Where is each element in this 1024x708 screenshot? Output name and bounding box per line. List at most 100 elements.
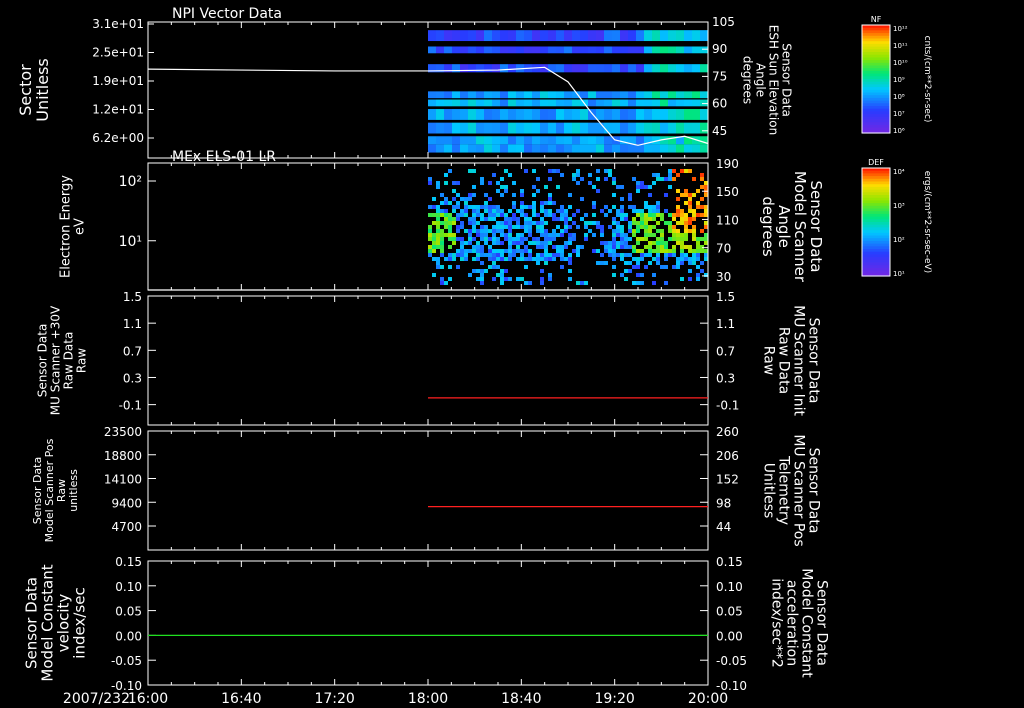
heatmap-cell (684, 221, 688, 225)
heatmap-cell (660, 177, 664, 181)
heatmap-cell (440, 201, 444, 205)
heatmap-cell (608, 249, 612, 253)
heatmap-cell (440, 221, 444, 225)
heatmap-cell (676, 237, 680, 241)
heatmap-cell (464, 229, 468, 233)
colorbar-tick-label: 10² (893, 236, 905, 244)
heatmap-cell (432, 249, 436, 253)
heatmap-cell (508, 221, 512, 225)
heatmap-cell (692, 46, 700, 54)
colorbar-units-line: ergs/(cm**2-sr-sec-eV) (922, 171, 932, 273)
heatmap-cell (440, 245, 444, 249)
heatmap-cell (468, 99, 476, 107)
heatmap-cell (508, 46, 516, 54)
heatmap-cell (684, 201, 688, 205)
heatmap-cell (484, 225, 488, 229)
heatmap-cell (672, 169, 676, 173)
heatmap-cell (648, 209, 652, 213)
heatmap-cell (672, 253, 676, 257)
heatmap-cell (464, 201, 468, 205)
colorbar-tick-label: 10⁷ (893, 110, 905, 118)
heatmap-cell (660, 144, 668, 153)
heatmap-cell (624, 245, 628, 249)
heatmap-cell (432, 221, 436, 225)
heatmap-cell (660, 229, 664, 233)
heatmap-cell (528, 229, 532, 233)
heatmap-cell (444, 99, 452, 107)
heatmap-cell (668, 213, 672, 217)
heatmap-cell (492, 253, 496, 257)
heatmap-cell (692, 217, 696, 221)
heatmap-cell (436, 233, 440, 237)
heatmap-cell (480, 237, 484, 241)
heatmap-cell (660, 99, 668, 107)
heatmap-cell (604, 136, 612, 145)
colorbar-tick-label: 10¹ (893, 270, 905, 278)
heatmap-cell (496, 221, 500, 225)
heatmap-cell (476, 245, 480, 249)
heatmap-cell (524, 249, 528, 253)
heatmap-cell (684, 237, 688, 241)
heatmap-cell (516, 46, 524, 54)
heatmap-cell (628, 109, 636, 120)
colorbar-units-line: cnts/(cm**2-sr-sec) (922, 36, 932, 123)
heatmap-cell (672, 237, 676, 241)
heatmap-cell (564, 136, 572, 145)
heatmap-cell (600, 253, 604, 257)
left-axis-label-line: MU Scanner +30V (49, 305, 63, 415)
heatmap-cell (612, 229, 616, 233)
heatmap-cell (652, 273, 656, 277)
heatmap-cell (636, 189, 640, 193)
left-axis-label-line: Unitless (33, 58, 52, 122)
heatmap-cell (532, 241, 536, 245)
heatmap-cell (568, 193, 572, 197)
heatmap-cell (572, 30, 580, 42)
heatmap-cell (444, 136, 452, 145)
heatmap-cell (612, 193, 616, 197)
heatmap-cell (516, 277, 520, 281)
heatmap-cell (624, 237, 628, 241)
heatmap-cell (492, 277, 496, 281)
heatmap-cell (576, 245, 580, 249)
heatmap-cell (648, 185, 652, 189)
heatmap-cell (500, 225, 504, 229)
heatmap-cell (444, 46, 452, 54)
heatmap-cell (528, 205, 532, 209)
heatmap-cell (512, 217, 516, 221)
heatmap-cell (576, 173, 580, 177)
heatmap-cell (436, 181, 440, 185)
heatmap-cell (484, 30, 492, 42)
heatmap-cell (644, 205, 648, 209)
heatmap-cell (700, 205, 704, 209)
heatmap-cell (428, 91, 436, 99)
heatmap-cell (692, 91, 700, 99)
heatmap-cell (696, 213, 700, 217)
heatmap-cell (604, 213, 608, 217)
heatmap-cell (488, 229, 492, 233)
right-axis-label: Sensor DataESH Sun ElevationAngledegrees (740, 25, 793, 135)
heatmap-cell (516, 136, 524, 145)
heatmap-cell (472, 257, 476, 261)
heatmap-cell (692, 177, 696, 181)
heatmap-cell (428, 46, 436, 54)
heatmap-cell (644, 201, 648, 205)
heatmap-cell (508, 173, 512, 177)
left-axis-label: Sensor Data MU Scanner +30V Raw Data Raw (36, 305, 89, 415)
heatmap-cell (492, 261, 496, 265)
heatmap-cell (460, 99, 468, 107)
heatmap-cell (524, 281, 528, 285)
heatmap-cell (444, 109, 452, 120)
heatmap-cell (512, 253, 516, 257)
heatmap-cell (680, 233, 684, 237)
heatmap-cell (524, 144, 532, 153)
panel-frame (147, 295, 709, 426)
x-tick-label: 17:20 (314, 691, 354, 707)
heatmap-cell (504, 169, 508, 173)
heatmap-cell (664, 193, 668, 197)
colorbar-tick-label: 10¹⁰ (893, 59, 908, 67)
heatmap-cell (676, 189, 680, 193)
heatmap-cell (444, 213, 448, 217)
heatmap-cell (636, 209, 640, 213)
heatmap-cell (672, 245, 676, 249)
heatmap-cell (704, 249, 708, 253)
